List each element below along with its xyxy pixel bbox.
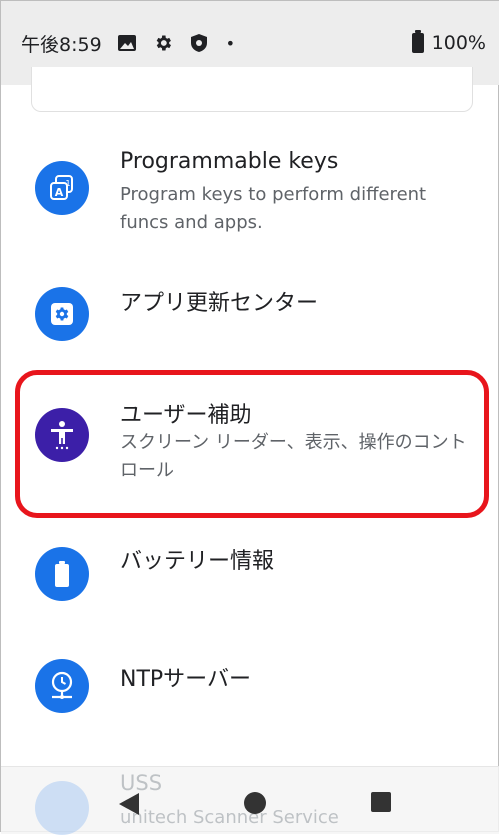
item-title: NTPサーバー <box>120 667 251 692</box>
battery-indicator: 100% <box>411 30 486 54</box>
item-subtitle: Program keys to perform different funcs … <box>120 184 427 233</box>
battery-icon <box>411 30 424 53</box>
setting-item-app-update-center[interactable]: アプリ更新センター <box>1 271 499 361</box>
setting-item-programmable-keys[interactable]: A 1 Programmable keys Program keys to pe… <box>1 141 499 251</box>
item-title: バッテリー情報 <box>120 549 275 574</box>
highlight-outline <box>15 370 489 518</box>
item-subtitle: unitech Scanner Service <box>120 807 339 828</box>
gear-icon <box>35 287 89 341</box>
back-button[interactable] <box>119 793 139 815</box>
item-title: USS <box>120 771 163 795</box>
clock-icon <box>35 659 89 713</box>
partial-card <box>31 67 473 112</box>
gear-icon <box>152 32 174 54</box>
recents-button[interactable] <box>371 792 391 812</box>
svg-text:A: A <box>55 186 64 199</box>
status-time: 午後8:59 <box>21 33 102 56</box>
setting-item-battery-info[interactable]: バッテリー情報 <box>1 531 499 631</box>
battery-icon <box>35 547 89 601</box>
qr-icon <box>35 781 89 835</box>
image-icon <box>116 32 138 54</box>
dot-icon: • <box>225 33 236 53</box>
keyboard-icon: A 1 <box>35 161 89 215</box>
battery-percent: 100% <box>431 32 486 54</box>
item-title: Programmable keys <box>120 149 339 174</box>
home-button[interactable] <box>244 792 266 814</box>
setting-item-ntp-server[interactable]: NTPサーバー <box>1 641 499 741</box>
svg-text:1: 1 <box>65 179 70 188</box>
item-title: アプリ更新センター <box>120 291 319 316</box>
shield-icon <box>188 32 210 54</box>
